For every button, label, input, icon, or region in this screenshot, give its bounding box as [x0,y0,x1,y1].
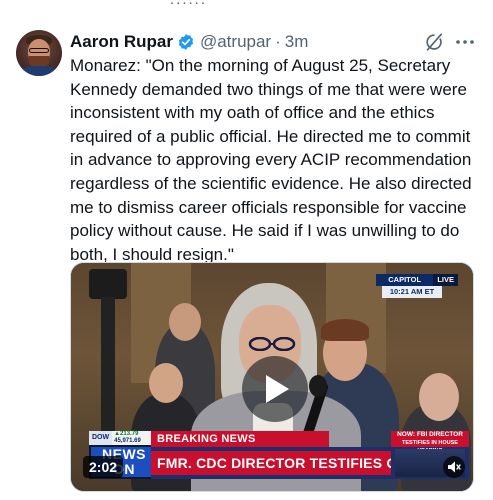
grok-icon[interactable] [423,31,445,53]
play-button[interactable] [242,356,308,422]
live-label: LIVE [433,274,458,286]
ticker-value: 45,971.69 [114,438,141,444]
previous-tweet-text: ...... [170,0,493,8]
author-handle[interactable]: @atrupar [200,32,271,52]
capitol-hill-badge: CAPITOL HILL LIVE 10:21 AM ET [376,274,458,298]
video-player[interactable]: CAPITOL HILL LIVE 10:21 AM ET DOW ▲213.7… [70,262,474,492]
capitol-label: CAPITOL HILL [376,274,434,296]
broadcast-time: 10:21 AM ET [382,286,442,298]
avatar[interactable] [16,30,62,76]
headline-banner: FMR. CDC DIRECTOR TESTIFIES ON FIRING [151,447,460,479]
previous-tweet-remnant: ...... [0,0,493,12]
microphone [309,375,327,397]
ticker-change: ▲213.79 [114,431,139,437]
tweet-timestamp[interactable]: 3m [285,32,309,52]
play-icon [266,375,289,403]
more-icon[interactable] [455,35,475,49]
video-duration: 2:02 [83,456,124,478]
camera [89,269,127,299]
mute-icon[interactable] [443,456,465,478]
author-name[interactable]: Aaron Rupar [70,32,173,52]
tweet-text: Monarez: "On the morning of August 25, S… [70,56,477,264]
tweet-header: Aaron Rupar @atrupar · 3m [70,31,308,53]
breaking-news-label: BREAKING NEWS [151,431,329,447]
verified-badge-icon [178,34,194,50]
headline-text: FMR. CDC DIRECTOR TESTIFIES ON FIRING [151,451,460,475]
ticker-index: DOW [89,431,113,445]
now-label-line1: NOW: FBI DIRECTOR [397,431,463,438]
separator-dot: · [275,32,281,51]
